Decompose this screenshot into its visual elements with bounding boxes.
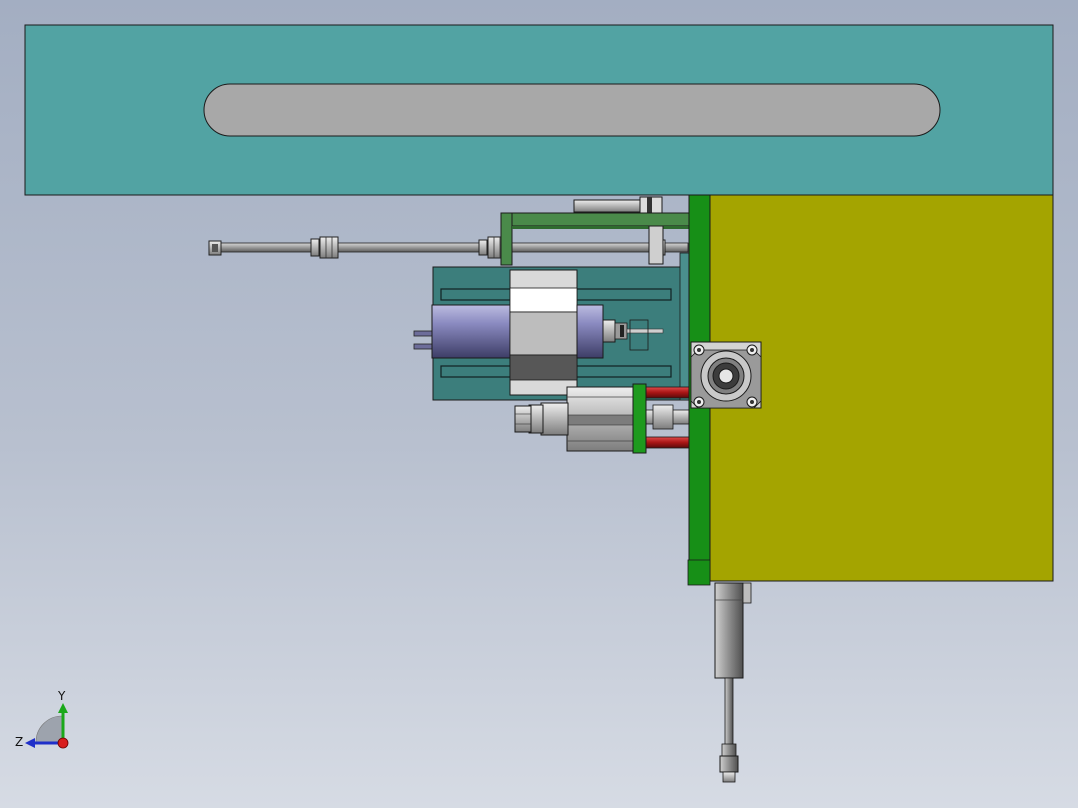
bracket-top xyxy=(500,212,692,227)
triad-y-label: Y xyxy=(57,689,66,703)
spindle-nose xyxy=(576,304,604,359)
triad-z-label: Z xyxy=(15,735,23,749)
top-sensor-block xyxy=(573,196,663,214)
cylinder-red-rod-top xyxy=(645,386,691,399)
cylinder-flange xyxy=(632,383,647,454)
triad-x-axis xyxy=(57,737,69,749)
rod-nut-left-b xyxy=(319,236,339,259)
cylinder-end-cap xyxy=(540,402,569,436)
orientation-triad: Y Z xyxy=(15,689,69,749)
bearing-housing xyxy=(690,341,762,409)
spindle-cable-b xyxy=(413,343,435,350)
vertical-cylinder xyxy=(714,582,752,783)
spindle-body xyxy=(431,304,513,359)
bracket-leg xyxy=(500,212,513,266)
vertical-cylinder-rod xyxy=(724,677,734,747)
spindle-chuck xyxy=(602,319,616,343)
spindle-tool xyxy=(626,328,664,334)
cylinder-red-rod-bottom xyxy=(645,436,691,449)
triad-arc xyxy=(35,715,63,743)
upper-rod xyxy=(208,236,689,259)
frame-slot xyxy=(203,83,941,137)
cad-viewport: Y Z xyxy=(15,24,1054,783)
vertical-rod-nut xyxy=(719,755,739,773)
rod-nut-mid-a xyxy=(478,239,488,256)
spindle-cable-a xyxy=(413,330,435,337)
top-frame-plate xyxy=(24,24,1054,196)
cylinder-fitting-nut xyxy=(514,405,532,433)
upper-rod-shaft xyxy=(217,242,689,253)
rod-nut-left-a xyxy=(310,238,320,257)
support-post xyxy=(648,225,664,265)
vertical-cylinder-body xyxy=(714,582,744,679)
